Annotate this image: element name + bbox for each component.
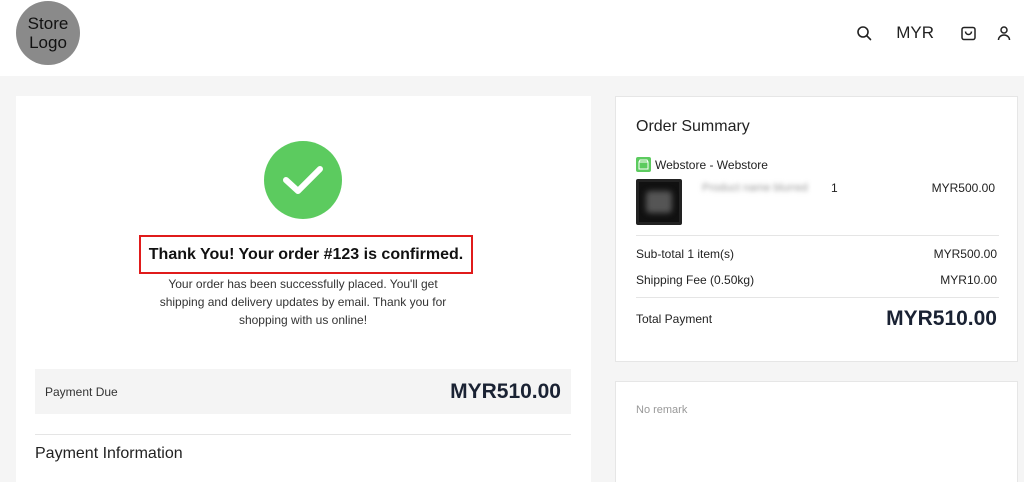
- shopping-bag-icon[interactable]: [956, 21, 980, 45]
- product-price: MYR500.00: [931, 181, 995, 195]
- payment-due-label: Payment Due: [45, 384, 118, 399]
- product-thumbnail: [636, 179, 682, 225]
- shipping-row: Shipping Fee (0.50kg) MYR10.00: [636, 273, 997, 287]
- logo-line-1: Store: [27, 14, 69, 33]
- shipping-value: MYR10.00: [940, 273, 997, 287]
- store-logo[interactable]: Store Logo: [16, 1, 80, 65]
- order-confirmation-card: Thank You! Your order #123 is confirmed.…: [16, 96, 591, 482]
- currency-selector[interactable]: MYR: [896, 23, 934, 43]
- product-name: Product name blurred: [702, 182, 808, 194]
- subtotal-row: Sub-total 1 item(s) MYR500.00: [636, 247, 997, 261]
- total-payment-row: Total Payment MYR510.00: [636, 307, 997, 331]
- order-summary-card: Order Summary Webstore - Webstore Produc…: [615, 96, 1018, 362]
- subtotal-label: Sub-total 1 item(s): [636, 247, 735, 261]
- payment-due-amount: MYR510.00: [450, 379, 561, 403]
- payment-due-box: Payment Due MYR510.00: [35, 369, 571, 414]
- divider: [636, 235, 999, 236]
- remark-card: No remark: [615, 381, 1018, 482]
- search-icon[interactable]: [852, 21, 876, 45]
- store-name: Webstore - Webstore: [655, 157, 768, 172]
- divider: [636, 297, 999, 298]
- header-actions: MYR: [852, 20, 1024, 46]
- success-check-icon: [264, 141, 342, 219]
- payment-information-heading: Payment Information: [35, 445, 183, 462]
- subtotal-value: MYR500.00: [933, 247, 997, 261]
- product-quantity: 1: [831, 181, 838, 195]
- divider: [35, 434, 571, 435]
- logo-line-2: Logo: [29, 33, 67, 52]
- order-confirmed-title: Thank You! Your order #123 is confirmed.: [139, 235, 473, 274]
- store-icon: [636, 157, 651, 172]
- remark-text: No remark: [636, 404, 688, 416]
- shipping-label: Shipping Fee (0.50kg): [636, 273, 755, 287]
- user-icon[interactable]: [992, 21, 1016, 45]
- total-payment-value: MYR510.00: [886, 307, 997, 330]
- order-confirmed-description: Your order has been successfully placed.…: [159, 277, 447, 327]
- order-summary-title: Order Summary: [636, 118, 750, 135]
- total-payment-label: Total Payment: [636, 312, 713, 326]
- store-row: Webstore - Webstore: [636, 157, 768, 172]
- site-header: Store Logo MYR: [0, 0, 1024, 76]
